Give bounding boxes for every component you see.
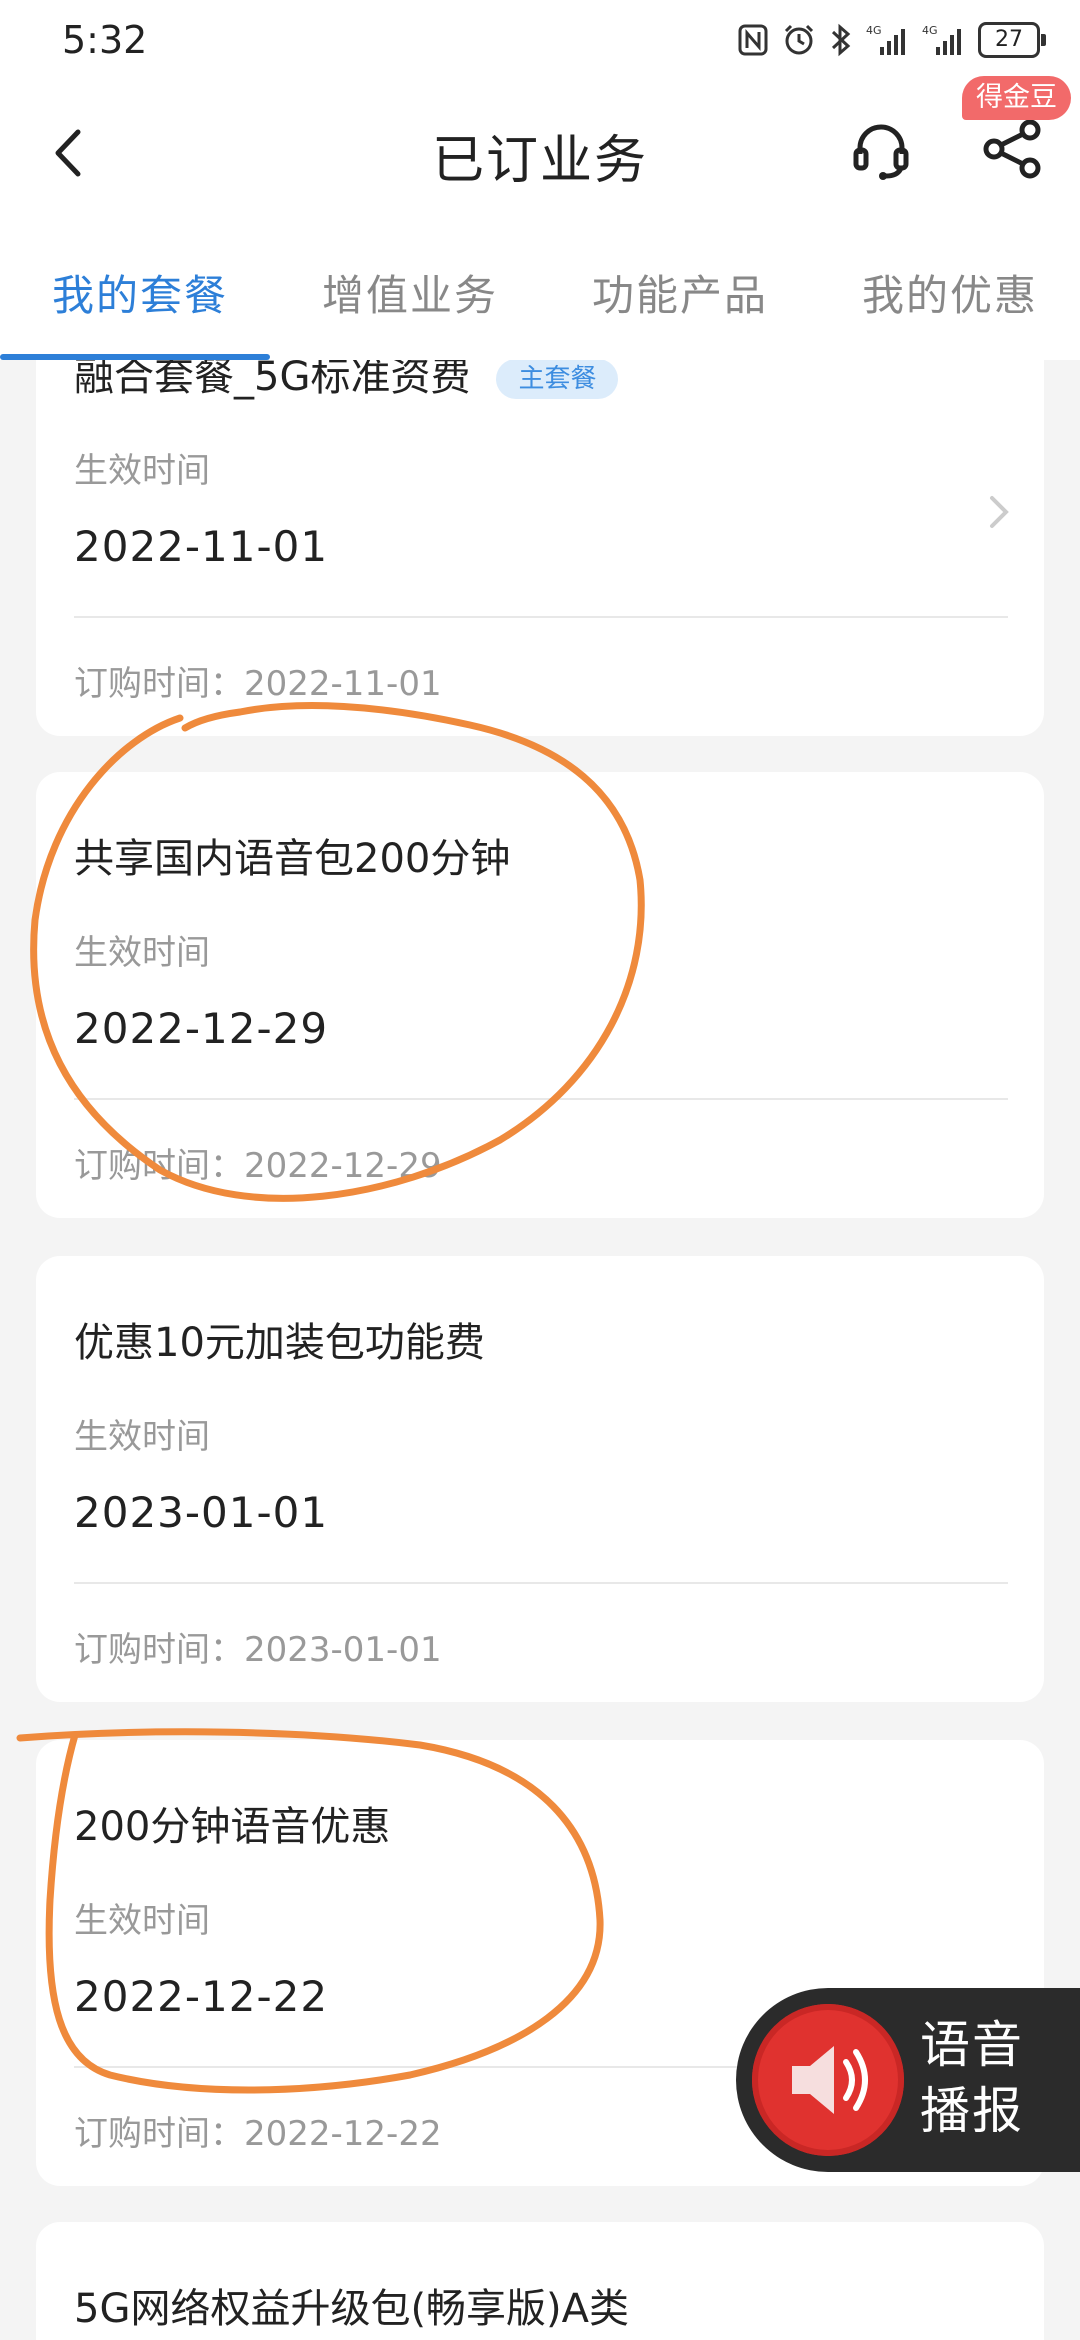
share-icon[interactable]	[978, 114, 1048, 184]
tab-function-products[interactable]: 功能产品	[592, 262, 768, 323]
voice-broadcast-label: 语音播报	[920, 2016, 1024, 2140]
effective-time-label: 生效时间	[74, 1901, 210, 1941]
order-time: 订购时间：2022-11-01	[74, 656, 442, 705]
page-title: 已订业务	[431, 131, 648, 191]
order-time-label: 订购时间：	[74, 1146, 244, 1186]
nfc-icon	[738, 24, 768, 56]
effective-time-label: 生效时间	[74, 1417, 210, 1457]
speaker-icon	[792, 2046, 868, 2114]
plan-card[interactable]: 融合套餐_5G标准资费 主套餐 生效时间 2022-11-01 订购时间：2022…	[36, 360, 1044, 736]
effective-date: 2022-11-01	[74, 522, 329, 571]
status-time: 5:32	[62, 18, 148, 62]
plan-card[interactable]: 5G网络权益升级包(畅享版)A类	[36, 2222, 1044, 2340]
divider	[74, 616, 1008, 618]
effective-date: 2022-12-22	[74, 1972, 329, 2021]
speaker-button[interactable]	[752, 2004, 904, 2156]
alarm-icon	[784, 24, 814, 55]
headset-icon[interactable]	[846, 114, 916, 184]
status-icons: 4G 4G 27	[738, 20, 1046, 60]
effective-time-label: 生效时间	[74, 933, 210, 973]
tab-value-added[interactable]: 增值业务	[322, 262, 498, 323]
order-date: 2023-01-01	[244, 1630, 442, 1670]
order-date: 2022-12-22	[244, 2114, 442, 2154]
order-time-label: 订购时间：	[74, 2114, 244, 2154]
effective-time-label: 生效时间	[74, 451, 210, 491]
order-time: 订购时间：2023-01-01	[74, 1622, 442, 1671]
order-date: 2022-12-29	[244, 1146, 442, 1186]
order-time-label: 订购时间：	[74, 664, 244, 704]
svg-text:4G: 4G	[866, 24, 882, 37]
tab-bar: 我的套餐 增值业务 功能产品 我的优惠	[0, 220, 1080, 360]
order-time: 订购时间：2022-12-22	[74, 2106, 442, 2155]
order-date: 2022-11-01	[244, 664, 442, 704]
bluetooth-icon	[831, 23, 851, 57]
order-time-label: 订购时间：	[74, 1630, 244, 1670]
chevron-right-icon[interactable]	[984, 490, 1014, 534]
tab-my-plan[interactable]: 我的套餐	[52, 262, 228, 323]
divider	[74, 1098, 1008, 1100]
battery-icon: 27	[978, 22, 1046, 58]
effective-date: 2022-12-29	[74, 1004, 329, 1053]
signal-4g-icon: 4G	[866, 24, 905, 55]
order-time: 订购时间：2022-12-29	[74, 1138, 442, 1187]
plan-card[interactable]: 优惠10元加装包功能费 生效时间 2023-01-01 订购时间：2023-01…	[36, 1256, 1044, 1702]
nav-bar: 已订业务 得金豆	[0, 76, 1080, 220]
plan-title: 共享国内语音包200分钟	[74, 836, 511, 882]
plan-title: 5G网络权益升级包(畅享版)A类	[74, 2286, 630, 2332]
gold-bean-badge[interactable]: 得金豆	[962, 76, 1071, 120]
divider	[74, 1582, 1008, 1584]
signal-4g-icon: 4G	[922, 24, 961, 55]
effective-date: 2023-01-01	[74, 1488, 329, 1537]
plan-title: 200分钟语音优惠	[74, 1804, 391, 1850]
voice-broadcast-button[interactable]: 语音播报	[736, 1988, 1080, 2172]
main-plan-badge: 主套餐	[496, 360, 619, 399]
plan-card[interactable]: 共享国内语音包200分钟 生效时间 2022-12-29 订购时间：2022-1…	[36, 772, 1044, 1218]
tab-my-offers[interactable]: 我的优惠	[862, 262, 1038, 323]
svg-text:4G: 4G	[922, 24, 938, 37]
status-bar: 5:32 4G 4G 27	[0, 0, 1080, 80]
plan-title: 优惠10元加装包功能费	[74, 1320, 485, 1366]
plan-title: 融合套餐_5G标准资费	[74, 360, 471, 400]
